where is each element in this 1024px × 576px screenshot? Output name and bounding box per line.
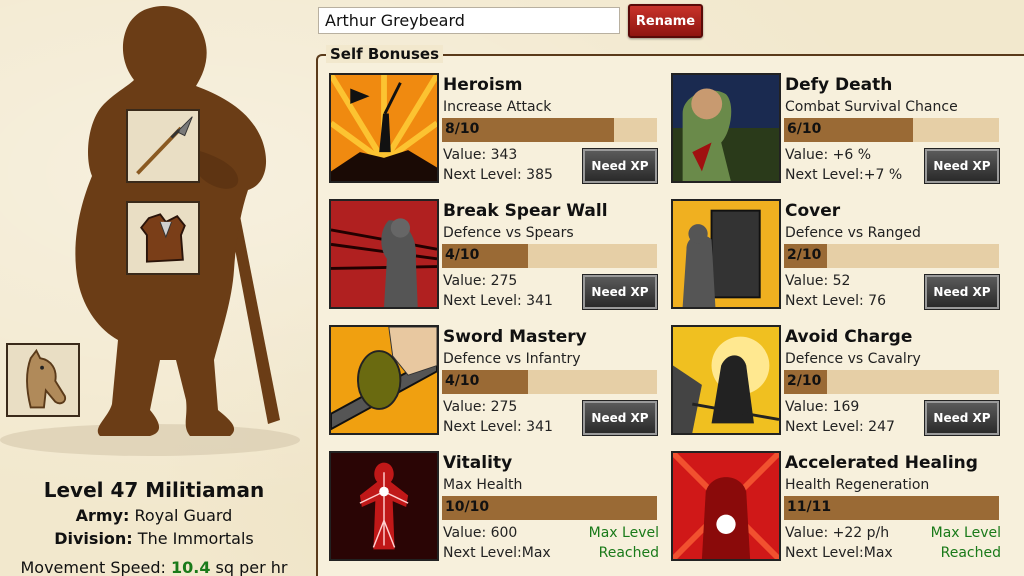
accelerated-healing-art-icon: [671, 451, 781, 561]
skill-value: Value: 275: [443, 399, 518, 415]
division-value: The Immortals: [137, 529, 254, 548]
skill-card-break-spear-wall: Break Spear Wall Defence vs Spears 4/10 …: [329, 199, 659, 311]
division-line: Division: The Immortals: [0, 529, 308, 548]
avoid-charge-art-icon: [671, 325, 781, 435]
skill-value: Value: 600: [443, 525, 518, 541]
skill-card-sword-mastery: Sword Mastery Defence vs Infantry 4/10 V…: [329, 325, 659, 437]
army-label: Army:: [75, 506, 130, 525]
defy-death-art-icon: [671, 73, 781, 183]
skill-title: Sword Mastery: [443, 327, 587, 347]
skill-level-bar: 2/10: [784, 370, 999, 394]
armor-slot[interactable]: [126, 201, 200, 275]
skill-level-text: 4/10: [445, 247, 480, 263]
skill-description: Health Regeneration: [785, 477, 930, 493]
speed-unit: sq per hr: [215, 558, 288, 576]
speed-value: 10.4: [170, 558, 211, 576]
character-panel: Level 47 Militiaman Army: Royal Guard Di…: [0, 0, 308, 576]
army-line: Army: Royal Guard: [0, 506, 308, 525]
skill-value: Value: 52: [785, 273, 851, 289]
skill-description: Defence vs Cavalry: [785, 351, 921, 367]
reached-text: Reached: [940, 545, 1001, 561]
self-bonuses-title: Self Bonuses: [326, 45, 443, 63]
skill-card-vitality: Vitality Max Health 10/10 Value: 600 Nex…: [329, 451, 659, 563]
skill-description: Combat Survival Chance: [785, 99, 958, 115]
division-label: Division:: [54, 529, 133, 548]
skill-title: Heroism: [443, 75, 523, 95]
skill-description: Max Health: [443, 477, 523, 493]
army-value: Royal Guard: [134, 506, 233, 525]
skill-level-text: 11/11: [787, 499, 832, 515]
skill-next-level: Next Level:Max: [785, 545, 893, 561]
need-xp-button[interactable]: Need XP: [924, 148, 1000, 184]
max-level-status: Max Level Reached: [921, 523, 1001, 563]
skill-next-level: Next Level: 341: [443, 419, 553, 435]
speed-label: Movement Speed:: [20, 558, 166, 576]
skill-next-level: Next Level: 341: [443, 293, 553, 309]
skill-next-level: Next Level: 385: [443, 167, 553, 183]
skill-level-bar: 11/11: [784, 496, 999, 520]
skill-level-bar: 4/10: [442, 244, 657, 268]
skill-next-level: Next Level:Max: [443, 545, 551, 561]
leather-armor-icon: [128, 203, 198, 273]
skill-card-cover: Cover Defence vs Ranged 2/10 Value: 52 N…: [671, 199, 1001, 311]
skill-level-bar: 8/10: [442, 118, 657, 142]
skill-value: Value: +22 p/h: [785, 525, 890, 541]
skill-title: Cover: [785, 201, 841, 221]
skill-card-heroism: Heroism Increase Attack 8/10 Value: 343 …: [329, 73, 659, 185]
reached-text: Reached: [598, 545, 659, 561]
skill-title: Defy Death: [785, 75, 893, 95]
skill-description: Increase Attack: [443, 99, 552, 115]
max-level-text: Max Level: [588, 525, 659, 541]
skill-description: Defence vs Ranged: [785, 225, 921, 241]
skill-next-level: Next Level: 247: [785, 419, 895, 435]
weapon-slot[interactable]: [126, 109, 200, 183]
skill-card-defy-death: Defy Death Combat Survival Chance 6/10 V…: [671, 73, 1001, 185]
skill-level-bar: 4/10: [442, 370, 657, 394]
skill-level-bar: 10/10: [442, 496, 657, 520]
rename-button[interactable]: Rename: [628, 4, 703, 38]
horse-icon: [8, 345, 78, 415]
max-level-status: Max Level Reached: [579, 523, 659, 563]
skill-title: Vitality: [443, 453, 513, 473]
skill-value: Value: 169: [785, 399, 860, 415]
skill-value: Value: +6 %: [785, 147, 872, 163]
skill-level-text: 4/10: [445, 373, 480, 389]
skill-next-level: Next Level:+7 %: [785, 167, 903, 183]
skill-level-text: 8/10: [445, 121, 480, 137]
skill-level-text: 6/10: [787, 121, 822, 137]
mount-slot[interactable]: [6, 343, 80, 417]
cover-art-icon: [671, 199, 781, 309]
skill-level-text: 10/10: [445, 499, 490, 515]
need-xp-button[interactable]: Need XP: [582, 400, 658, 436]
skill-description: Defence vs Spears: [443, 225, 574, 241]
skill-next-level: Next Level: 76: [785, 293, 887, 309]
sword-mastery-art-icon: [329, 325, 439, 435]
skill-title: Break Spear Wall: [443, 201, 608, 221]
need-xp-button[interactable]: Need XP: [924, 400, 1000, 436]
speed-line: Movement Speed: 10.4 sq per hr: [0, 558, 308, 576]
max-level-text: Max Level: [930, 525, 1001, 541]
character-name-input[interactable]: [318, 7, 620, 34]
need-xp-button[interactable]: Need XP: [924, 274, 1000, 310]
skill-level-bar: 2/10: [784, 244, 999, 268]
spear-icon: [128, 111, 198, 181]
skill-description: Defence vs Infantry: [443, 351, 581, 367]
skill-level-text: 2/10: [787, 247, 822, 263]
need-xp-button[interactable]: Need XP: [582, 148, 658, 184]
vitality-art-icon: [329, 451, 439, 561]
skill-value: Value: 343: [443, 147, 518, 163]
skill-title: Accelerated Healing: [785, 453, 978, 473]
break-spear-wall-art-icon: [329, 199, 439, 309]
skill-level-text: 2/10: [787, 373, 822, 389]
skill-title: Avoid Charge: [785, 327, 913, 347]
skill-level-bar: 6/10: [784, 118, 999, 142]
heroism-art-icon: [329, 73, 439, 183]
skill-card-accelerated-healing: Accelerated Healing Health Regeneration …: [671, 451, 1001, 563]
need-xp-button[interactable]: Need XP: [582, 274, 658, 310]
skill-value: Value: 275: [443, 273, 518, 289]
character-title: Level 47 Militiaman: [43, 478, 265, 502]
skill-card-avoid-charge: Avoid Charge Defence vs Cavalry 2/10 Val…: [671, 325, 1001, 437]
